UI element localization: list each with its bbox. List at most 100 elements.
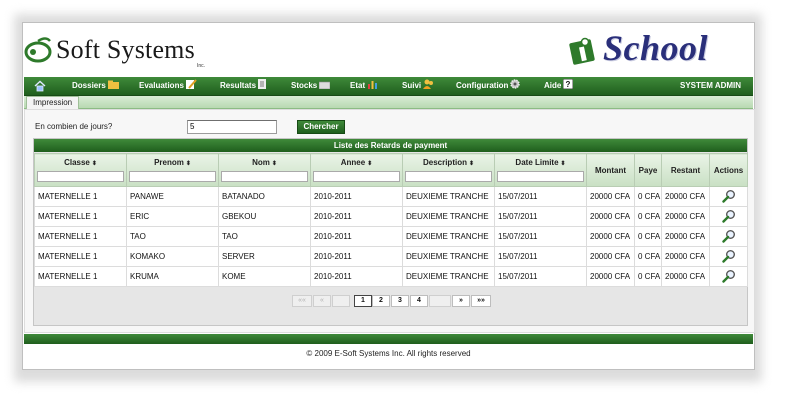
sort-icon[interactable]: ⬍ <box>367 161 372 167</box>
days-label: En combien de jours? <box>35 122 113 131</box>
magnifier-icon[interactable] <box>721 269 736 283</box>
cell-annee: 2010-2011 <box>310 266 403 287</box>
tab-impression[interactable]: Impression <box>26 96 80 109</box>
magnifier-icon[interactable] <box>721 189 736 203</box>
cell-paye: 0 CFA <box>634 226 662 247</box>
menu-dossiers[interactable]: Dossiers <box>72 77 119 95</box>
pager-prev-button[interactable]: « <box>313 295 331 307</box>
copyright-text: © 2009 E-Soft Systems Inc. All rights re… <box>306 349 471 358</box>
cell-classe: MATERNELLE 1 <box>34 226 127 247</box>
cell-restant: 20000 CFA <box>661 186 710 207</box>
search-button[interactable]: Chercher <box>297 120 345 134</box>
cell-nom: GBEKOU <box>218 206 311 227</box>
menu-evaluations[interactable]: Evaluations <box>139 77 197 95</box>
sort-icon[interactable]: ⬍ <box>272 161 277 167</box>
magnifier-icon[interactable] <box>721 209 736 223</box>
col-description[interactable]: Description ⬍ <box>402 153 495 187</box>
menu-aide[interactable]: Aide? <box>544 77 574 95</box>
cell-montant: 20000 CFA <box>586 186 635 207</box>
document-icon <box>258 79 267 89</box>
cell-prenom: ERIC <box>126 206 219 227</box>
menu-resultats-label: Resultats <box>220 81 257 90</box>
col-annee[interactable]: Annee ⬍ <box>310 153 403 187</box>
cell-date-limite: 15/07/2011 <box>494 186 587 207</box>
pager-page-2[interactable]: 2 <box>372 295 390 307</box>
cell-restant: 20000 CFA <box>661 206 710 227</box>
col-classe[interactable]: Classe ⬍ <box>34 153 127 187</box>
cell-montant: 20000 CFA <box>586 206 635 227</box>
col-prenom[interactable]: Prenom ⬍ <box>126 153 219 187</box>
col-actions: Actions <box>709 153 748 187</box>
gear-icon <box>510 79 521 89</box>
menu-resultats[interactable]: Resultats <box>220 77 267 95</box>
pager-last-button[interactable]: »» <box>471 295 491 307</box>
filter-classe-input[interactable] <box>37 171 124 182</box>
magnifier-icon[interactable] <box>721 229 736 243</box>
cell-paye: 0 CFA <box>634 206 662 227</box>
pager-page-3[interactable]: 3 <box>391 295 409 307</box>
main-menu: Dossiers Evaluations Resultats Stocks Et… <box>24 77 753 96</box>
cell-classe: MATERNELLE 1 <box>34 186 127 207</box>
cell-nom: BATANADO <box>218 186 311 207</box>
sort-icon[interactable]: ⬍ <box>186 161 191 167</box>
filter-prenom-input[interactable] <box>129 171 216 182</box>
bar-chart-icon <box>368 81 378 89</box>
home-icon[interactable] <box>34 80 46 92</box>
col-paye: Paye <box>634 153 662 187</box>
col-nom[interactable]: Nom ⬍ <box>218 153 311 187</box>
sort-icon[interactable]: ⬍ <box>561 161 566 167</box>
menu-etat-label: Etat <box>350 81 366 90</box>
cell-annee: 2010-2011 <box>310 246 403 267</box>
pager-first-button[interactable]: «« <box>292 295 312 307</box>
filter-nom-input[interactable] <box>221 171 308 182</box>
cell-montant: 20000 CFA <box>586 246 635 267</box>
table-row: MATERNELLE 1 KRUMA KOME 2010-2011 DEUXIE… <box>34 266 748 287</box>
app-window: Soft Systems Inc. School Dossiers Evalua… <box>22 22 755 370</box>
filter-annee-input[interactable] <box>313 171 400 182</box>
col-montant: Montant <box>586 153 635 187</box>
cell-date-limite: 15/07/2011 <box>494 226 587 247</box>
magnifier-icon[interactable] <box>721 249 736 263</box>
cell-restant: 20000 CFA <box>661 246 710 267</box>
table-header-row: Classe ⬍ Prenom ⬍ Nom ⬍ Annee ⬍ Description ⬍… <box>34 153 748 187</box>
days-input[interactable] <box>187 120 277 134</box>
cell-prenom: PANAWE <box>126 186 219 207</box>
panel-title: Liste des Retards de payment <box>34 139 747 152</box>
cell-date-limite: 15/07/2011 <box>494 266 587 287</box>
cell-classe: MATERNELLE 1 <box>34 246 127 267</box>
pager-page-4[interactable]: 4 <box>410 295 428 307</box>
cell-nom: TAO <box>218 226 311 247</box>
pager-spacer <box>332 295 350 307</box>
folder-icon <box>107 80 119 89</box>
cell-annee: 2010-2011 <box>310 206 403 227</box>
cell-prenom: KOMAKO <box>126 246 219 267</box>
current-user: SYSTEM ADMIN <box>680 81 742 90</box>
menu-suivi[interactable]: Suivi <box>402 77 434 95</box>
ischool-i-icon <box>569 37 595 65</box>
footer-bar <box>24 334 753 344</box>
cell-paye: 0 CFA <box>634 246 662 267</box>
cell-actions <box>709 206 748 227</box>
pager-next-button[interactable]: » <box>452 295 470 307</box>
ischool-logo: School <box>569 25 755 71</box>
cell-date-limite: 15/07/2011 <box>494 206 587 227</box>
menu-etat[interactable]: Etat <box>350 77 378 95</box>
col-restant: Restant <box>661 153 710 187</box>
users-icon <box>423 79 434 89</box>
content-area: En combien de jours? Chercher Liste des … <box>24 109 755 333</box>
esoft-logo-inc: Inc. <box>197 63 206 69</box>
filter-description-input[interactable] <box>405 171 492 182</box>
cell-prenom: KRUMA <box>126 266 219 287</box>
cell-actions <box>709 226 748 247</box>
pager-page-1[interactable]: 1 <box>354 295 372 307</box>
sort-icon[interactable]: ⬍ <box>92 161 97 167</box>
table-row: MATERNELLE 1 ERIC GBEKOU 2010-2011 DEUXI… <box>34 206 748 227</box>
sort-icon[interactable]: ⬍ <box>469 161 474 167</box>
col-date-limite[interactable]: Date Limite ⬍ <box>494 153 587 187</box>
menu-stocks[interactable]: Stocks <box>291 77 331 95</box>
sub-navigation: Impression <box>24 96 753 109</box>
menu-configuration[interactable]: Configuration <box>456 77 521 95</box>
filter-date-limite-input[interactable] <box>497 171 584 182</box>
cell-actions <box>709 266 748 287</box>
cell-description: DEUXIEME TRANCHE <box>402 226 495 247</box>
